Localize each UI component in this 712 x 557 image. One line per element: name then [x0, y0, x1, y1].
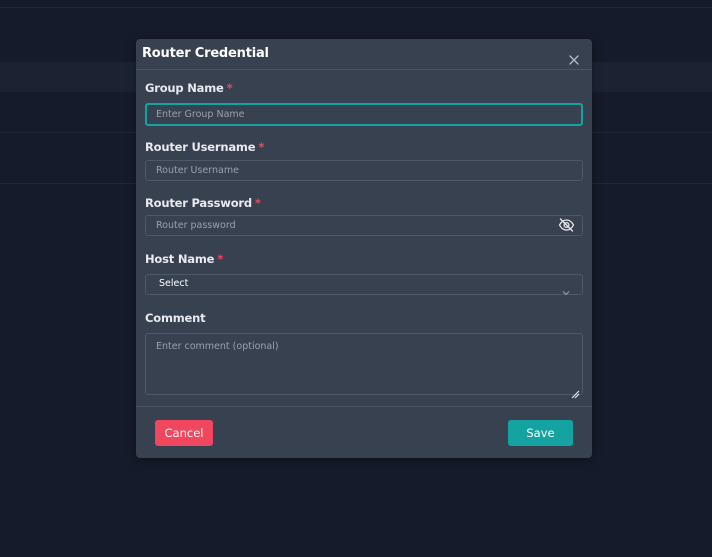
background-divider	[0, 7, 712, 8]
eye-slash-icon[interactable]	[558, 217, 575, 232]
required-marker: *	[254, 196, 261, 210]
router-username-label-text: Router Username	[145, 140, 256, 154]
router-password-label: Router Password *	[145, 196, 261, 210]
modal-footer-divider	[136, 406, 592, 407]
router-password-input[interactable]	[145, 215, 583, 236]
router-username-label: Router Username *	[145, 140, 264, 154]
router-password-label-text: Router Password	[145, 196, 252, 210]
required-marker: *	[258, 140, 265, 154]
comment-textarea[interactable]	[145, 333, 583, 395]
router-username-input[interactable]	[145, 160, 583, 181]
required-marker: *	[217, 252, 224, 266]
host-name-label-text: Host Name	[145, 252, 215, 266]
group-name-label-text: Group Name	[145, 81, 224, 95]
close-icon[interactable]	[568, 51, 580, 65]
modal-title: Router Credential	[142, 46, 269, 61]
required-marker: *	[226, 81, 233, 95]
host-name-selected-value: Select	[159, 278, 189, 289]
router-credential-modal: Router Credential Group Name* Router Use…	[136, 39, 592, 458]
chevron-down-icon	[562, 281, 570, 296]
comment-label: Comment	[145, 311, 206, 325]
group-name-label: Group Name *	[145, 81, 233, 95]
modal-header: Router Credential	[136, 39, 592, 70]
group-name-input[interactable]	[145, 103, 583, 126]
host-name-select[interactable]: Select	[145, 274, 583, 296]
cancel-button[interactable]: Cancel	[155, 420, 213, 446]
resize-handle-icon[interactable]	[571, 384, 580, 399]
host-name-label: Host Name *	[145, 252, 223, 266]
save-button[interactable]: Save	[508, 420, 573, 446]
